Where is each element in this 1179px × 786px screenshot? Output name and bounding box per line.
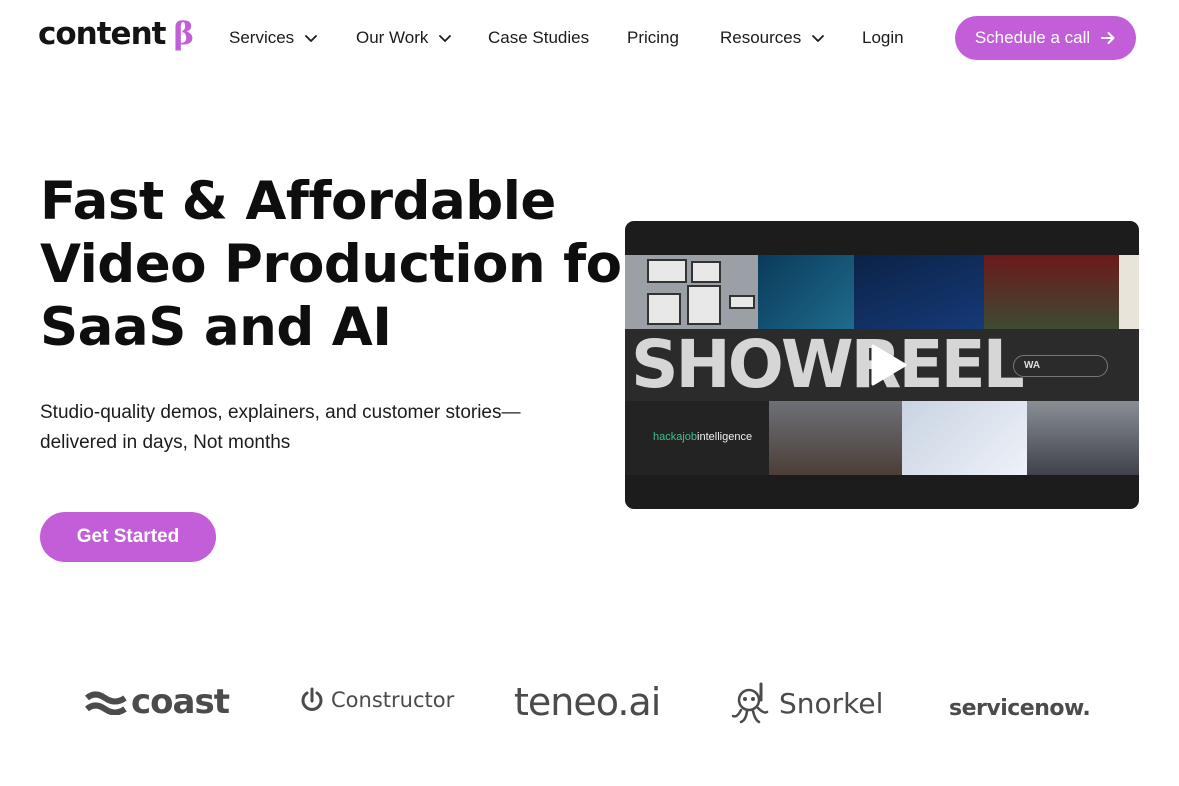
video-thumbnail-vehicle	[984, 255, 1119, 329]
content-beta-logo[interactable]: content β	[38, 16, 194, 52]
logo-beta-symbol: β	[173, 16, 195, 52]
video-thumbnail-finance	[758, 255, 854, 329]
video-thumbnail-robot	[1027, 401, 1139, 475]
nav-label: Resources	[720, 28, 802, 47]
teneo-wordmark: teneo.ai	[514, 680, 661, 724]
video-thumbnail-icons	[1119, 255, 1139, 329]
coast-wordmark: coast	[131, 682, 230, 722]
hero-subtitle-line: Studio-quality demos, explainers, and cu…	[40, 402, 521, 423]
nav-label: Services	[229, 28, 295, 47]
showreel-text: SHOWREEL	[631, 326, 1025, 403]
nav-label: Case Studies	[488, 28, 590, 47]
play-icon[interactable]	[861, 340, 911, 390]
snorkel-octopus-icon	[731, 682, 769, 724]
hackajob-brand: hackajob	[653, 431, 698, 443]
nav-item-resources[interactable]: Resources	[720, 28, 825, 48]
hackajob-suffix: intelligence	[697, 431, 753, 443]
constructor-wordmark: Constructor	[331, 688, 455, 712]
coast-wave-icon	[85, 691, 127, 715]
hero-subtitle: Studio-quality demos, explainers, and cu…	[40, 398, 580, 458]
logo-wordmark: content	[38, 16, 166, 52]
nav-item-services[interactable]: Services	[229, 28, 318, 48]
arrow-right-icon	[1101, 32, 1115, 44]
hero-subtitle-line: delivered in days, Not months	[40, 432, 291, 453]
schedule-call-button[interactable]: Schedule a call	[955, 16, 1136, 60]
hero-title-line: SaaS and AI	[40, 297, 392, 358]
snorkel-wordmark: Snorkel	[779, 686, 884, 720]
top-nav: content β Services Our Work Case Studies…	[0, 0, 1179, 76]
teneo-logo: teneo.ai	[514, 680, 661, 724]
video-thumbnail-dashboard	[902, 401, 1027, 475]
showreel-video-player[interactable]: SHOWREEL WA hackajobintelligence	[625, 221, 1139, 509]
chevron-down-icon	[305, 35, 318, 42]
nav-label: Our Work	[356, 28, 429, 47]
video-thumbnail-isometric	[854, 255, 984, 329]
nav-label: Login	[862, 28, 904, 47]
video-pill-label: WA	[1013, 355, 1108, 377]
get-started-button[interactable]: Get Started	[40, 512, 216, 562]
hero-title-line: Video Production for	[40, 234, 648, 295]
client-logos-strip: coast Constructor teneo.ai Snorkel servi…	[0, 670, 1179, 740]
hero-title-line: Fast & Affordable	[40, 171, 556, 232]
chevron-down-icon	[439, 35, 452, 42]
nav-item-login[interactable]: Login	[862, 28, 904, 48]
constructor-power-icon	[301, 687, 323, 711]
servicenow-wordmark: servicenow.	[949, 696, 1091, 721]
hackajob-label: hackajobintelligence	[653, 431, 752, 443]
hero-title: Fast & Affordable Video Production for S…	[40, 170, 648, 359]
video-thumbnail-portraits	[625, 255, 758, 329]
schedule-call-label: Schedule a call	[974, 28, 1091, 47]
nav-label: Pricing	[627, 28, 679, 47]
video-thumbnail-warehouse	[769, 401, 902, 475]
servicenow-logo: servicenow.	[949, 696, 1091, 721]
snorkel-logo: Snorkel	[731, 682, 883, 724]
nav-item-pricing[interactable]: Pricing	[627, 28, 679, 48]
chevron-down-icon	[812, 35, 825, 42]
coast-logo: coast	[85, 682, 230, 722]
nav-item-case-studies[interactable]: Case Studies	[488, 28, 589, 48]
nav-item-our-work[interactable]: Our Work	[356, 28, 452, 48]
constructor-logo: Constructor	[299, 687, 454, 713]
